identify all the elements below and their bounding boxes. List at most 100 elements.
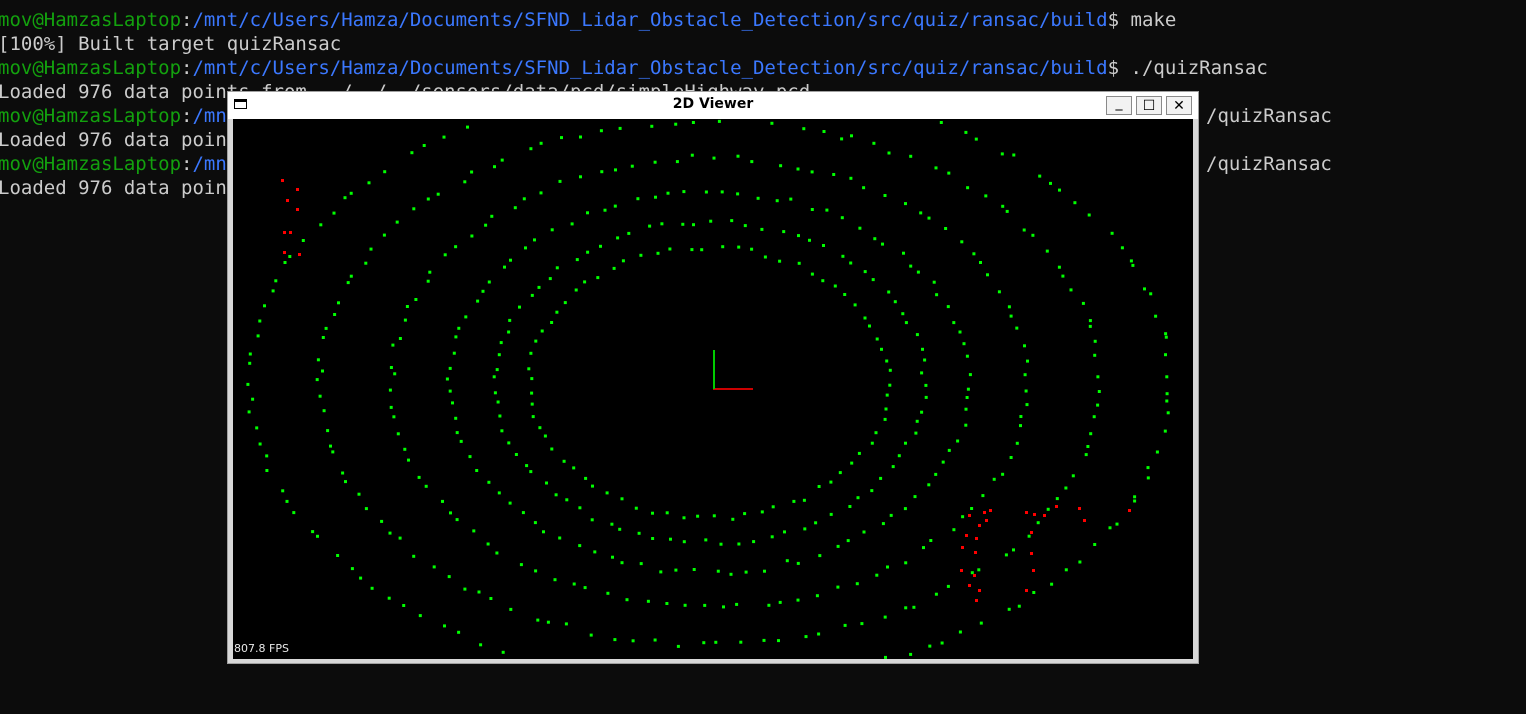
inlier-point: [735, 602, 739, 606]
inlier-point: [274, 279, 278, 283]
outlier-point: [1025, 589, 1028, 592]
inlier-point: [554, 493, 558, 497]
inlier-point: [802, 498, 806, 502]
inlier-point: [452, 351, 456, 355]
inlier-point: [509, 607, 513, 611]
outlier-point: [989, 509, 992, 512]
inlier-point: [947, 171, 951, 175]
inlier-point: [767, 603, 771, 607]
inlier-point: [850, 461, 854, 465]
inlier-point: [721, 245, 725, 249]
inlier-point: [531, 415, 535, 419]
viewer-canvas[interactable]: 807.8 FPS: [233, 119, 1193, 659]
close-icon: ✕: [1173, 97, 1185, 114]
inlier-point: [666, 191, 670, 195]
inlier-point: [887, 290, 891, 294]
inlier-point: [653, 160, 657, 164]
inlier-point: [1061, 274, 1065, 278]
inlier-point: [829, 512, 833, 516]
inlier-point: [1050, 582, 1054, 586]
inlier-point: [1057, 265, 1061, 269]
inlier-point: [1165, 399, 1169, 403]
inlier-point: [555, 266, 559, 270]
viewer-titlebar[interactable]: 2D Viewer _ ☐ ✕: [228, 92, 1198, 119]
outlier-point: [968, 514, 971, 517]
inlier-point: [324, 326, 328, 330]
inlier-point: [700, 248, 704, 252]
inlier-point: [500, 158, 504, 162]
inlier-point: [984, 194, 988, 198]
inlier-point: [810, 170, 814, 174]
inlier-point: [775, 199, 779, 203]
inlier-point: [1086, 445, 1090, 448]
inlier-point: [255, 426, 259, 430]
inlier-point: [443, 253, 447, 257]
inlier-point: [654, 195, 657, 199]
inlier-point: [364, 261, 368, 265]
inlier-point: [392, 415, 396, 419]
inlier-point: [1064, 486, 1068, 490]
inlier-point: [1009, 314, 1013, 318]
inlier-point: [912, 605, 916, 609]
inlier-point: [248, 361, 252, 365]
maximize-button[interactable]: ☐: [1136, 96, 1162, 115]
inlier-point: [466, 125, 469, 129]
inlier-point: [403, 447, 407, 451]
inlier-point: [1007, 607, 1011, 611]
inlier-point: [1110, 231, 1114, 235]
inlier-point: [874, 431, 878, 435]
inlier-point: [829, 480, 833, 484]
inlier-point: [495, 551, 499, 555]
inlier-point: [451, 401, 454, 405]
inlier-point: [530, 402, 534, 406]
inlier-point: [922, 546, 925, 550]
inlier-point: [1022, 228, 1026, 232]
inlier-point: [524, 246, 527, 250]
inlier-point: [387, 596, 391, 600]
inlier-point: [750, 247, 754, 251]
inlier-point: [863, 316, 867, 320]
inlier-point: [992, 477, 996, 481]
inlier-point: [1088, 319, 1092, 323]
inlier-point: [909, 264, 913, 268]
inlier-point: [977, 568, 981, 572]
inlier-point: [783, 530, 786, 534]
inlier-point: [1036, 521, 1040, 525]
inlier-point: [696, 514, 700, 518]
inlier-point: [676, 644, 680, 648]
inlier-point: [265, 454, 269, 458]
outlier-point: [296, 208, 299, 211]
close-button[interactable]: ✕: [1166, 96, 1192, 115]
minimize-button[interactable]: _: [1106, 95, 1132, 115]
inlier-point: [1058, 188, 1061, 192]
inlier-point: [1012, 548, 1015, 552]
inlier-point: [1032, 591, 1036, 594]
inlier-point: [825, 208, 829, 212]
inlier-point: [596, 276, 600, 280]
inlier-point: [391, 343, 395, 347]
inlier-point: [405, 305, 409, 308]
point-cloud-scene[interactable]: [233, 119, 1193, 659]
inlier-point: [756, 196, 760, 200]
inlier-point: [970, 507, 974, 510]
inlier-point: [719, 542, 723, 546]
inlier-point: [660, 222, 664, 226]
inlier-point: [814, 521, 818, 525]
inlier-point: [509, 258, 512, 262]
inlier-point: [1055, 497, 1059, 501]
inlier-point: [870, 441, 874, 445]
inlier-point: [952, 321, 956, 325]
inlier-point: [396, 432, 400, 436]
inlier-point: [337, 301, 340, 305]
inlier-point: [1045, 249, 1049, 253]
viewer-window[interactable]: 2D Viewer _ ☐ ✕ 807.8 FPS: [227, 91, 1199, 664]
inlier-point: [583, 280, 587, 284]
inlier-point: [538, 426, 542, 430]
inlier-point: [364, 507, 368, 511]
inlier-point: [880, 347, 883, 351]
inlier-point: [481, 289, 485, 293]
inlier-point: [251, 397, 255, 401]
inlier-point: [464, 315, 468, 319]
terminal-line: mov@HamzasLaptop:/mn: [0, 105, 227, 127]
inlier-point: [271, 289, 275, 293]
